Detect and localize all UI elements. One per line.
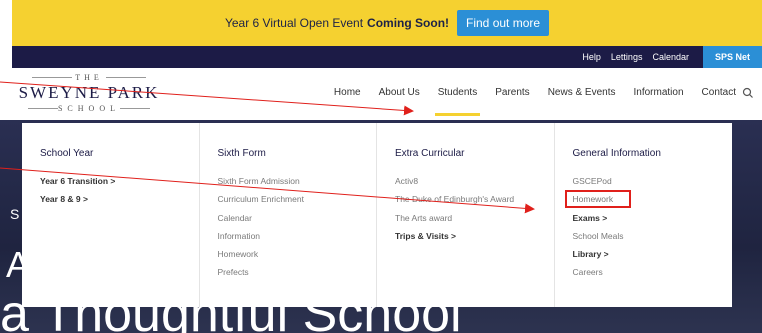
announcement-banner: Year 6 Virtual Open Event Coming Soon! F… <box>12 0 762 46</box>
menu-item-activ8[interactable]: Activ8 <box>395 176 554 194</box>
nav-menu: Home About Us Students Parents News & Ev… <box>316 87 736 116</box>
banner-text: Year 6 Virtual Open Event <box>224 16 364 30</box>
students-mega-menu: School Year Year 6 Transition > Year 8 &… <box>22 123 732 307</box>
help-link[interactable]: Help <box>582 52 601 62</box>
utility-bar: Help Lettings Calendar SPS Net <box>12 46 762 68</box>
homework-highlight-box <box>565 190 631 208</box>
menu-item-year6-transition[interactable]: Year 6 Transition > <box>40 176 199 194</box>
menu-column-school-year: School Year Year 6 Transition > Year 8 &… <box>22 123 200 307</box>
nav-students[interactable]: Students <box>434 87 481 116</box>
column-heading: Sixth Form <box>217 148 266 159</box>
logo-the: THE <box>75 73 103 82</box>
menu-item-library[interactable]: Library > <box>573 249 733 267</box>
column-heading: General Information <box>572 148 661 159</box>
menu-item-duke-of-edinburgh[interactable]: The Duke of Edinburgh's Award <box>395 194 554 212</box>
menu-item-trips-visits[interactable]: Trips & Visits > <box>395 231 554 249</box>
hero-letter-s: S <box>10 206 20 222</box>
nav-contact[interactable]: Contact <box>702 87 736 98</box>
calendar-link[interactable]: Calendar <box>652 52 689 62</box>
logo-school: SCHOOL <box>57 104 120 113</box>
menu-column-general-information: General Information GSCEPod Homework Exa… <box>555 123 733 307</box>
find-out-more-button[interactable]: Find out more <box>457 10 550 36</box>
sps-net-button[interactable]: SPS Net <box>702 46 762 68</box>
menu-item-prefects[interactable]: Prefects <box>218 267 377 285</box>
banner-strong-text: Coming Soon! <box>367 16 450 30</box>
search-icon[interactable] <box>742 87 754 99</box>
menu-item-sixth-form-admission[interactable]: Sixth Form Admission <box>218 176 377 194</box>
lettings-link[interactable]: Lettings <box>611 52 643 62</box>
menu-item-curriculum-enrichment[interactable]: Curriculum Enrichment <box>218 194 377 212</box>
menu-item-careers[interactable]: Careers <box>573 267 733 285</box>
nav-news-events[interactable]: News & Events <box>548 87 616 98</box>
menu-item-exams[interactable]: Exams > <box>573 213 733 231</box>
logo-name: SWEYNE PARK <box>18 83 160 102</box>
menu-item-information[interactable]: Information <box>218 231 377 249</box>
menu-column-sixth-form: Sixth Form Sixth Form Admission Curricul… <box>200 123 377 307</box>
nav-about-us[interactable]: About Us <box>379 87 420 98</box>
menu-item-school-meals[interactable]: School Meals <box>573 231 733 249</box>
menu-item-year8-9[interactable]: Year 8 & 9 > <box>40 194 199 212</box>
menu-item-calendar[interactable]: Calendar <box>218 213 377 231</box>
menu-column-extra-curricular: Extra Curricular Activ8 The Duke of Edin… <box>377 123 555 307</box>
column-heading: Extra Curricular <box>395 148 465 159</box>
nav-information[interactable]: Information <box>634 87 684 98</box>
column-heading: School Year <box>40 148 94 159</box>
menu-item-sixth-form-homework[interactable]: Homework <box>218 249 377 267</box>
school-logo[interactable]: THE SWEYNE PARK SCHOOL <box>18 72 160 116</box>
nav-home[interactable]: Home <box>334 87 361 98</box>
main-navbar: THE SWEYNE PARK SCHOOL Home About Us Stu… <box>12 68 762 120</box>
nav-parents[interactable]: Parents <box>495 87 529 98</box>
menu-item-arts-award[interactable]: The Arts award <box>395 213 554 231</box>
